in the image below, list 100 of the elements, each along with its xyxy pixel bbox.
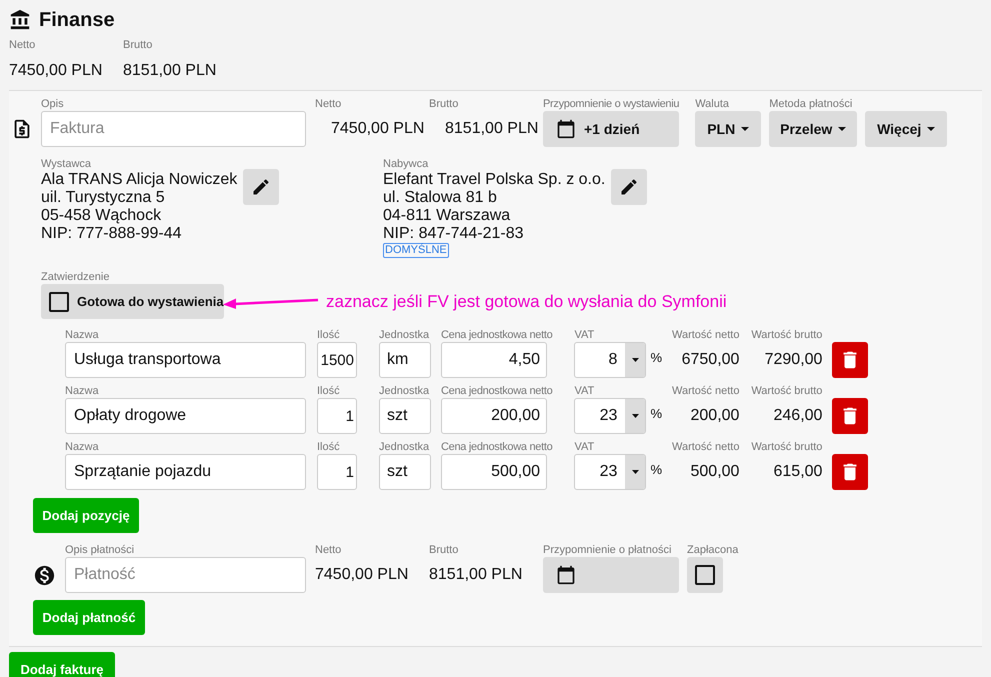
field-label: Nabywca: [383, 157, 430, 171]
quantity-field[interactable]: 1500: [317, 342, 357, 378]
pencil-icon: [251, 177, 272, 197]
percent-sign: %: [650, 349, 663, 367]
item-name-field[interactable]: Sprzątanie pojazdu: [65, 454, 306, 490]
quantity-field[interactable]: 1: [317, 454, 357, 490]
gross-value: 8151,00 PLN: [429, 565, 524, 585]
address-line: NIP: 777-888-99-44: [41, 225, 183, 243]
delete-button[interactable]: [832, 398, 868, 434]
field-label: Jednostka: [379, 384, 430, 398]
address-line: Ala TRANS Alicja Nowiczek: [41, 171, 238, 189]
delete-button[interactable]: [832, 342, 868, 378]
reminder-button[interactable]: +1 dzień: [543, 111, 679, 147]
field-label: Przypomnienie o wystawieniu: [543, 97, 680, 111]
address-line: NIP: 847-744-21-83: [383, 225, 525, 243]
price-field[interactable]: 500,00: [441, 454, 547, 490]
unit-field[interactable]: km: [379, 342, 431, 378]
calendar-icon: [556, 119, 576, 139]
field-label: Nazwa: [65, 384, 100, 398]
edit-button[interactable]: [243, 169, 280, 205]
address-line: uil. Turystyczna 5: [41, 189, 166, 207]
caret-icon: [741, 127, 750, 131]
field-label: Brutto: [123, 38, 154, 52]
field-label: Wartość brutto: [751, 384, 822, 398]
unit-field[interactable]: szt: [379, 398, 431, 434]
price-field[interactable]: 200,00: [441, 398, 547, 434]
net-amount: 6750,00: [682, 350, 740, 370]
currency-dropdown[interactable]: PLN: [695, 111, 762, 147]
vat-select[interactable]: 8: [574, 342, 646, 378]
approval-checkbox-button[interactable]: Gotowa do wystawienia: [41, 284, 224, 319]
net-amount: 500,00: [690, 462, 740, 482]
field-label: Przypomnienie o płatności: [543, 543, 672, 557]
field-label: Wartość netto: [672, 384, 740, 398]
default-badge: DOMYŚLNE: [383, 243, 449, 258]
payment-description-field[interactable]: Płatność: [65, 557, 306, 593]
page-title: Finanse: [39, 8, 115, 33]
field-label: Wartość brutto: [751, 328, 822, 342]
field-label: Jednostka: [379, 440, 430, 454]
address-line: Elefant Travel Polska Sp. z o.o.: [383, 171, 606, 189]
address-line: 05-458 Wąchock: [41, 207, 162, 225]
gross-value: 8151,00 PLN: [444, 119, 540, 139]
field-label: Jednostka: [379, 328, 430, 342]
field-label: Opis płatności: [65, 543, 136, 557]
field-label: VAT: [574, 440, 596, 454]
annotation-text: zaznacz jeśli FV jest gotowa do wysłania do Symfonii: [326, 290, 727, 313]
address-line: ul. Stalowa 81 b: [383, 189, 498, 207]
caret-icon: [927, 127, 936, 131]
field-label: VAT: [574, 328, 596, 342]
checkbox[interactable]: [695, 565, 715, 585]
net-amount: 200,00: [690, 406, 740, 426]
field-label: Ilość: [317, 384, 341, 398]
field-label: VAT: [574, 384, 596, 398]
unit-field[interactable]: szt: [379, 454, 431, 490]
field-label: Netto: [315, 97, 342, 111]
calendar-icon: [556, 565, 576, 585]
item-name-field[interactable]: Opłaty drogowe: [65, 398, 306, 434]
percent-sign: %: [650, 461, 663, 479]
price-field[interactable]: 4,50: [441, 342, 547, 378]
field-label: Cena jednostkowa netto: [441, 384, 552, 398]
field-label: Brutto: [429, 543, 460, 557]
field-label: Cena jednostkowa netto: [441, 440, 552, 454]
paid-checkbox-button[interactable]: [687, 557, 723, 593]
field-label: Wystawca: [41, 157, 92, 171]
caret-icon: [632, 414, 639, 418]
field-label: Zatwierdzenie: [41, 270, 110, 284]
field-label: Nazwa: [65, 328, 100, 342]
gross-amount: 615,00: [774, 462, 822, 482]
pencil-icon: [619, 177, 640, 197]
vat-select[interactable]: 23: [574, 398, 646, 434]
field-label: Zapłacona: [687, 543, 738, 557]
payment-method-dropdown[interactable]: Przelew: [769, 111, 858, 147]
description-field[interactable]: Faktura: [41, 111, 306, 147]
gross-amount: 246,00: [774, 406, 822, 426]
percent-sign: %: [650, 405, 663, 423]
quantity-field[interactable]: 1: [317, 398, 357, 434]
edit-button[interactable]: [611, 169, 648, 205]
caret-icon: [632, 358, 639, 362]
total-value: 8151,00 PLN: [123, 61, 218, 81]
net-value: 7450,00 PLN: [330, 119, 426, 139]
field-label: Wartość brutto: [751, 440, 822, 454]
payment-reminder-button[interactable]: [543, 557, 679, 593]
field-label: Cena jednostkowa netto: [441, 328, 552, 342]
address-line: 04-811 Warszawa: [383, 207, 512, 225]
field-label: Ilość: [317, 440, 341, 454]
field-label: Ilość: [317, 328, 341, 342]
vat-select[interactable]: 23: [574, 454, 646, 490]
gross-amount: 7290,00: [764, 350, 822, 370]
caret-icon: [838, 127, 846, 131]
net-value: 7450,00 PLN: [315, 565, 410, 585]
more-dropdown[interactable]: Więcej: [865, 111, 948, 147]
delete-button[interactable]: [832, 454, 868, 490]
field-label: Wartość netto: [672, 440, 740, 454]
field-label: Wartość netto: [672, 328, 740, 342]
item-name-field[interactable]: Usługa transportowa: [65, 342, 306, 378]
field-label: Netto: [315, 543, 342, 557]
field-label: Opis: [41, 97, 65, 111]
dollar-icon: [33, 564, 56, 586]
checkbox[interactable]: [49, 292, 69, 312]
field-label: Netto: [9, 38, 36, 52]
field-label: Brutto: [429, 97, 460, 111]
